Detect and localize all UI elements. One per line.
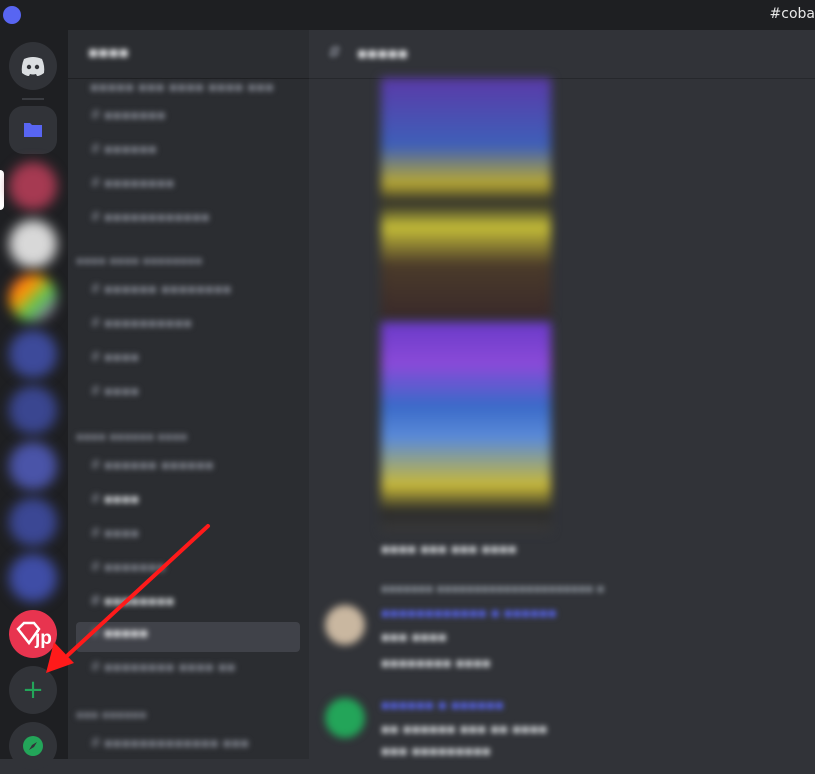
server-icon[interactable] — [9, 330, 57, 378]
message-text: ▪▪▪ ▪▪▪▪▪▪▪▪▪ — [381, 744, 491, 759]
explore-servers-button[interactable] — [9, 722, 57, 770]
channel-item[interactable]: # ▪▪▪▪▪▪▪▪▪▪ — [90, 316, 192, 338]
server-folder[interactable] — [9, 106, 57, 154]
channel-item[interactable]: # ▪▪▪▪▪▪▪▪ — [90, 176, 174, 198]
message-text: ▪▪▪▪▪▪▪▪ ▪▪▪▪ — [381, 656, 491, 671]
server-icon[interactable] — [9, 386, 57, 434]
avatar[interactable] — [325, 698, 365, 738]
window-title: #coba — [769, 6, 815, 22]
compass-icon — [23, 736, 43, 756]
server-rail: jp + — [0, 30, 68, 770]
channel-item[interactable]: # ▪▪▪▪▪▪ ▪▪▪▪▪▪ — [90, 458, 214, 480]
image-attachment[interactable] — [381, 78, 551, 318]
discord-logo-icon — [3, 6, 21, 24]
message-text: ▪▪▪▪ ▪▪▪ ▪▪▪ ▪▪▪▪ — [381, 542, 517, 557]
discord-home-icon — [21, 57, 45, 76]
plus-icon: + — [22, 675, 44, 705]
channel-item-active[interactable]: # ▪▪▪▪▪ — [90, 626, 148, 648]
category-header[interactable]: ▪▪▪▪ ▪▪▪▪▪▪ ▪▪▪▪ — [76, 430, 187, 443]
message-text: ▪▪▪ ▪▪▪▪ — [381, 630, 447, 645]
image-attachment[interactable] — [381, 322, 551, 532]
channel-item[interactable]: # ▪▪▪▪▪▪▪ — [90, 108, 166, 130]
channel-item[interactable]: # ▪▪▪▪▪▪▪ — [90, 560, 166, 582]
channel-item[interactable]: ▪▪▪▪▪ ▪▪▪ ▪▪▪▪ ▪▪▪▪ ▪▪▪ — [90, 80, 274, 102]
channel-sidebar: ▪▪▪▪ ▪▪▪▪▪ ▪▪▪ ▪▪▪▪ ▪▪▪▪ ▪▪▪ # ▪▪▪▪▪▪▪ # ▪… — [68, 30, 309, 759]
divider — [22, 98, 44, 100]
channel-item-unread[interactable]: # ▪▪▪▪ — [90, 492, 139, 514]
channel-header: # ▪▪▪▪▪ — [309, 30, 815, 79]
selected-indicator — [0, 170, 4, 210]
hash-icon: # — [327, 42, 343, 63]
folder-icon — [24, 123, 42, 137]
server-header[interactable]: ▪▪▪▪ — [68, 30, 309, 79]
svg-text:jp: jp — [34, 628, 52, 649]
server-icon[interactable] — [9, 554, 57, 602]
server-icon[interactable] — [9, 162, 57, 210]
server-icon[interactable] — [9, 274, 57, 322]
server-icon[interactable] — [9, 442, 57, 490]
channel-item[interactable]: # ▪▪▪▪▪▪▪▪ ▪▪▪▪ ▪▪ — [90, 660, 236, 682]
jp-server-icon[interactable]: jp — [9, 610, 57, 658]
category-header[interactable]: ▪▪▪ ▪▪▪▪▪▪ — [76, 708, 147, 721]
channel-item[interactable]: # ▪▪▪▪ — [90, 526, 139, 548]
message-text: ▪▪ ▪▪▪▪▪▪ ▪▪▪ ▪▪ ▪▪▪▪ — [381, 722, 548, 737]
server-icon[interactable] — [9, 498, 57, 546]
channel-item[interactable]: # ▪▪▪▪▪▪ ▪▪▪▪▪▪▪▪ — [90, 282, 231, 304]
channel-item[interactable]: # ▪▪▪▪▪▪▪▪▪▪▪▪ — [90, 210, 210, 232]
channel-item[interactable]: # ▪▪▪▪▪▪ — [90, 142, 157, 164]
channel-item-unread[interactable]: # ▪▪▪▪▪▪▪▪ — [90, 594, 174, 616]
avatar[interactable] — [325, 605, 365, 645]
channel-item[interactable]: # ▪▪▪▪▪▪▪▪▪▪▪▪▪ ▪▪▪ — [90, 736, 249, 758]
channel-item[interactable]: # ▪▪▪▪ — [90, 384, 139, 406]
server-name: ▪▪▪▪ — [88, 43, 129, 61]
channel-name: ▪▪▪▪▪ — [357, 44, 408, 62]
username[interactable]: ▪▪▪▪▪▪▪▪▪▪▪▪ ▪ ▪▪▪▪▪▪ — [381, 606, 557, 621]
server-icon[interactable] — [9, 220, 57, 268]
category-header[interactable]: ▪▪▪▪ ▪▪▪▪ ▪▪▪▪▪▪▪▪ — [76, 254, 202, 267]
channel-item[interactable]: # ▪▪▪▪ — [90, 350, 139, 372]
title-bar: #coba — [0, 0, 815, 30]
username[interactable]: ▪▪▪▪▪▪ ▪ ▪▪▪▪▪▪ — [381, 698, 504, 713]
reply-preview: ▪▪▪▪▪▪▪ ▪▪▪▪▪▪▪▪▪▪▪▪▪▪▪▪▪▪▪▪▪ ▪ — [381, 582, 605, 595]
jp-logo-icon: jp — [16, 621, 52, 649]
message-area: # ▪▪▪▪▪ ▪▪▪▪ ▪▪▪ ▪▪▪ ▪▪▪▪ ▪▪▪▪▪▪▪ ▪▪▪▪▪▪… — [309, 30, 815, 759]
home-button[interactable] — [9, 42, 57, 90]
add-server-button[interactable]: + — [9, 666, 57, 714]
